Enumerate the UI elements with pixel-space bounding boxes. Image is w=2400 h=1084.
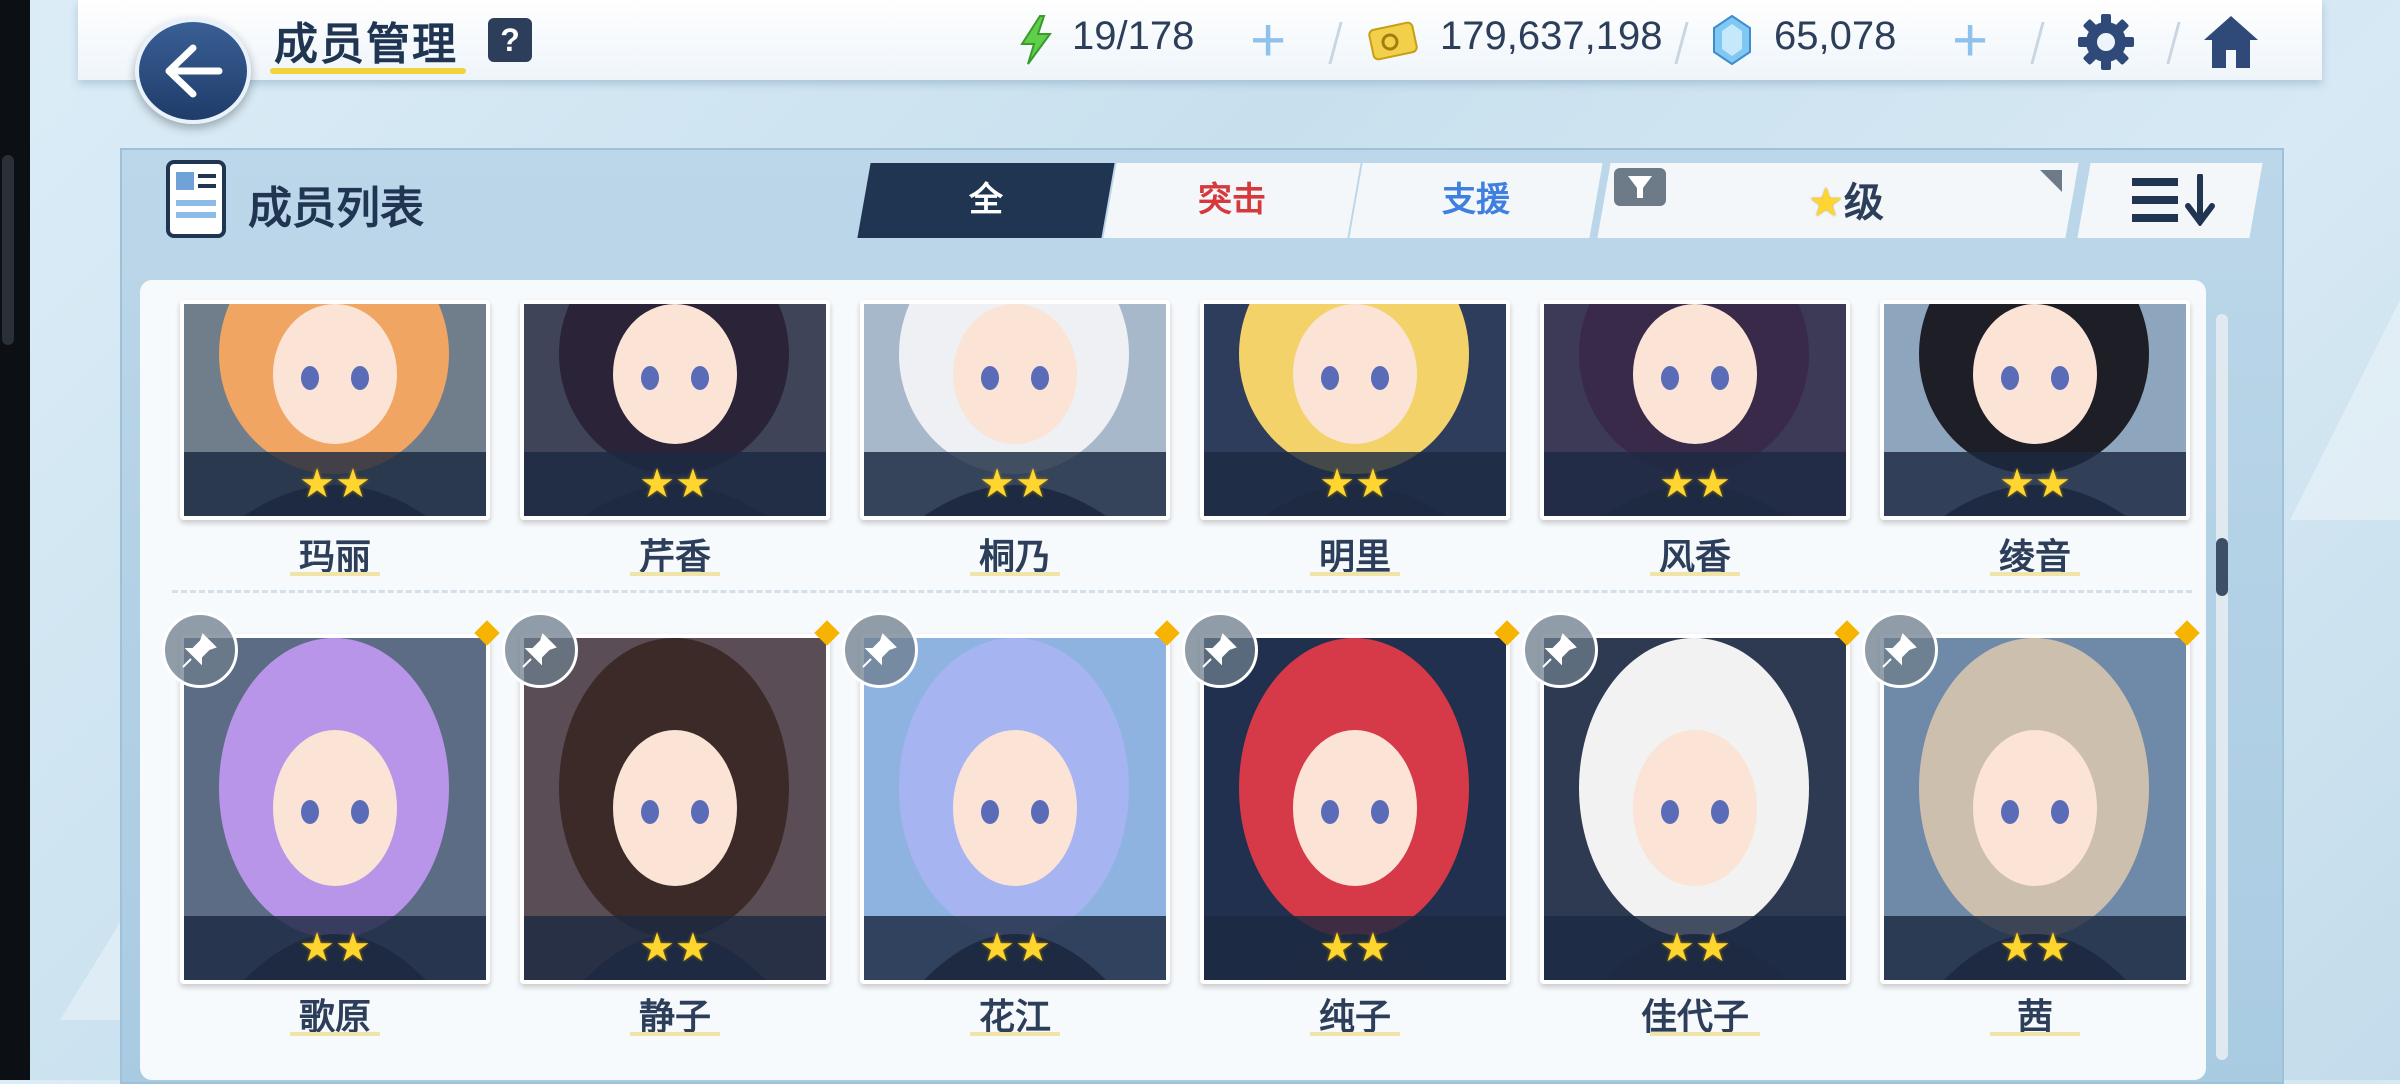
device-notch: [2, 155, 14, 345]
name-underline: [1650, 1032, 1760, 1036]
name-underline: [1310, 1032, 1400, 1036]
pin-button[interactable]: [502, 612, 578, 688]
gear-icon[interactable]: [2076, 12, 2136, 72]
help-button[interactable]: ?: [488, 18, 532, 62]
pin-icon: [522, 633, 557, 668]
ap-value: 19/178: [1072, 14, 1195, 58]
star-icon: ★★: [1319, 926, 1391, 970]
member-card-icon: [166, 160, 226, 238]
rarity-stars: ★★: [1884, 916, 2186, 980]
scrollbar-thumb[interactable]: [2216, 538, 2228, 596]
rarity-stars: ★★: [1544, 452, 1846, 516]
rarity-stars: ★★: [864, 916, 1166, 980]
tab-label: 突击: [1198, 181, 1266, 219]
rarity-stars: ★★: [1884, 452, 2186, 516]
name-underline: [970, 572, 1060, 576]
pin-button[interactable]: [162, 612, 238, 688]
scrollbar-track[interactable]: [2216, 314, 2228, 1060]
pin-button[interactable]: [1182, 612, 1258, 688]
page-title: 成员管理: [274, 20, 458, 69]
rarity-stars: ★★: [1204, 916, 1506, 980]
member-portrait: ★★: [1200, 634, 1510, 984]
star-icon: ★★: [1659, 926, 1731, 970]
rarity-stars: ★★: [524, 916, 826, 980]
tab-all[interactable]: 全: [857, 163, 1115, 238]
star-icon: ★★: [1319, 462, 1391, 506]
rarity-stars: ★★: [1544, 916, 1846, 980]
filter-icon[interactable]: [1614, 168, 1666, 206]
ap-bolt-icon: [1020, 15, 1052, 65]
panel-title: 成员列表: [248, 184, 424, 233]
title-underline: [270, 68, 466, 74]
rarity-stars: ★★: [184, 916, 486, 980]
star-icon: ★★: [979, 926, 1051, 970]
member-portrait: ★★: [180, 634, 490, 984]
name-underline: [290, 572, 380, 576]
member-portrait: ★★: [1540, 634, 1850, 984]
star-icon: ★★: [1999, 462, 2071, 506]
star-icon: ★★: [299, 462, 371, 506]
member-portrait: ★★: [1880, 300, 2190, 520]
member-portrait: ★★: [860, 300, 1170, 520]
background-pattern: [2290, 300, 2400, 520]
member-portrait: ★★: [180, 300, 490, 520]
member-portrait: ★★: [1880, 634, 2190, 984]
tab-label: 全: [969, 181, 1003, 219]
credit-card-icon: [1368, 21, 1418, 61]
rarity-stars: ★★: [184, 452, 486, 516]
name-underline: [290, 1032, 380, 1036]
name-underline: [1310, 572, 1400, 576]
sort-label: ★级: [1808, 170, 1884, 228]
member-portrait: ★★: [520, 634, 830, 984]
ap-plus-button[interactable]: +: [1250, 8, 1286, 74]
rarity-stars: ★★: [524, 452, 826, 516]
sort-criterion: 级: [1843, 181, 1884, 225]
tab-striker[interactable]: 突击: [1103, 163, 1361, 238]
gems-plus-button[interactable]: +: [1952, 8, 1988, 74]
pin-button[interactable]: [1522, 612, 1598, 688]
funnel-icon: [1628, 176, 1652, 198]
member-portrait: ★★: [1540, 300, 1850, 520]
name-underline: [1650, 572, 1740, 576]
name-underline: [1990, 572, 2080, 576]
pin-icon: [1202, 633, 1237, 668]
tab-special[interactable]: 支援: [1349, 163, 1603, 238]
tab-label: 支援: [1442, 181, 1510, 219]
star-icon: ★★: [1659, 462, 1731, 506]
device-edge: [0, 0, 30, 1080]
member-portrait: ★★: [1200, 300, 1510, 520]
star-icon: ★★: [299, 926, 371, 970]
pin-icon: [1882, 633, 1917, 668]
dropdown-corner-icon: [2040, 170, 2062, 192]
gem-icon: [1713, 14, 1751, 66]
rarity-stars: ★★: [1204, 452, 1506, 516]
star-icon: ★★: [639, 926, 711, 970]
name-underline: [970, 1032, 1060, 1036]
name-underline: [1990, 1032, 2080, 1036]
pin-button[interactable]: [1862, 612, 1938, 688]
name-underline: [630, 572, 720, 576]
star-icon: ★: [1808, 181, 1844, 225]
sort-descending-icon: [2132, 174, 2215, 226]
back-button[interactable]: [135, 18, 251, 124]
arrow-left-icon: [165, 44, 223, 98]
pin-icon: [862, 633, 897, 668]
star-icon: ★★: [1999, 926, 2071, 970]
star-icon: ★★: [639, 462, 711, 506]
pin-icon: [1542, 633, 1577, 668]
row-divider: [172, 590, 2192, 593]
pin-icon: [182, 633, 217, 668]
credits-value: 179,637,198: [1440, 14, 1663, 58]
home-icon[interactable]: [2200, 12, 2262, 72]
name-underline: [630, 1032, 720, 1036]
pin-button[interactable]: [842, 612, 918, 688]
member-portrait: ★★: [860, 634, 1170, 984]
gems-value: 65,078: [1774, 14, 1897, 58]
member-portrait: ★★: [520, 300, 830, 520]
rarity-stars: ★★: [864, 452, 1166, 516]
star-icon: ★★: [979, 462, 1051, 506]
